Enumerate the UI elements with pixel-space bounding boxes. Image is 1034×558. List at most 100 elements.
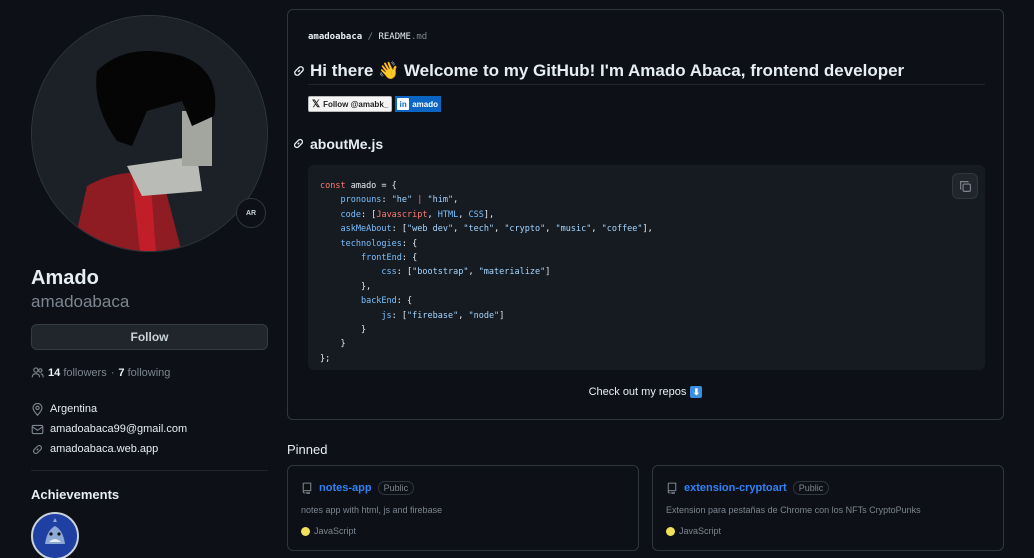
repo-description: Extension para pestañas de Chrome con lo… <box>666 505 921 515</box>
language-name: JavaScript <box>314 526 357 536</box>
repo-icon <box>666 482 678 494</box>
code-token: "music" <box>555 224 592 235</box>
readme-heading: Hi there 👋 Welcome to my GitHub! I'm Ama… <box>292 58 989 84</box>
social-badges: 𝕏 Follow @amabk_ in amado <box>308 96 442 112</box>
code-token: const <box>320 181 346 191</box>
code-token: js <box>381 310 392 321</box>
readme-file-name: README <box>378 32 411 42</box>
linkedin-logo-icon: in <box>397 98 410 110</box>
email-link[interactable]: amadoabaca99@gmail.com <box>50 423 187 435</box>
following-count: 7 <box>118 366 125 379</box>
avatar-illustration <box>32 16 267 251</box>
code-token: "firebase" <box>407 310 459 321</box>
visibility-badge: Public <box>792 481 830 495</box>
readme-heading-text: Hi there 👋 Welcome to my GitHub! I'm Ama… <box>310 61 905 80</box>
email-row: amadoabaca99@gmail.com <box>31 419 268 439</box>
code-token: "bootstrap" <box>412 267 469 278</box>
readme-card: amadoabaca / README.md Hi there 👋 Welcom… <box>287 9 1004 420</box>
copy-button[interactable] <box>952 173 978 199</box>
code-token: "tech" <box>463 224 495 235</box>
checkout-repos-text: Check out my repos ⬇ <box>288 386 1003 398</box>
avatar[interactable] <box>31 15 268 252</box>
achievement-badge[interactable] <box>31 512 79 558</box>
code-token: pronouns <box>340 195 382 206</box>
code-token: "materialize" <box>478 267 546 278</box>
code-token: | <box>412 195 428 206</box>
location-row: Argentina <box>31 399 268 419</box>
followers-count: 14 <box>48 366 61 379</box>
pinned-repo-card: notes-app Public notes app with html, js… <box>287 465 639 551</box>
about-me-heading: aboutMe.js <box>292 136 383 152</box>
twitter-badge-label: Follow @amabk_ <box>323 99 389 109</box>
follow-separator: · <box>110 366 115 379</box>
down-arrow-icon: ⬇ <box>690 386 703 398</box>
heading-divider <box>308 84 985 85</box>
anchor-link-icon[interactable] <box>292 64 306 78</box>
pinned-repo-card: extension-cryptoart Public Extension par… <box>652 465 1004 551</box>
sidebar-divider <box>31 470 268 471</box>
about-me-title: aboutMe.js <box>310 136 384 152</box>
repo-name-link[interactable]: notes-app <box>319 482 372 494</box>
code-token: Javascript <box>376 209 428 220</box>
profile-sidebar: AR Amado amadoabaca Follow 14 followers … <box>31 15 268 558</box>
checkout-label: Check out my repos <box>588 386 687 398</box>
language-name: JavaScript <box>679 526 722 536</box>
follow-stats: 14 followers · 7 following <box>31 366 268 379</box>
followers-link[interactable]: 14 followers <box>48 367 107 379</box>
repo-header: notes-app Public <box>301 481 415 495</box>
repo-name-link[interactable]: extension-cryptoart <box>684 482 787 494</box>
location-text: Argentina <box>50 403 98 415</box>
mail-icon <box>31 423 44 436</box>
profile-name: Amado <box>31 267 99 289</box>
code-block: const amado = { pronouns: "he" | "him", … <box>308 165 985 370</box>
pinned-title: Pinned <box>287 442 328 457</box>
language-color-dot <box>301 526 310 536</box>
breadcrumb-separator: / <box>367 32 374 42</box>
x-logo-icon: 𝕏 <box>312 98 321 110</box>
repo-language: JavaScript <box>666 526 721 536</box>
visibility-badge: Public <box>377 481 415 495</box>
location-icon <box>31 402 44 416</box>
readme-breadcrumb: amadoabaca / README.md <box>308 32 427 42</box>
code-token: code <box>340 209 361 220</box>
code-token: CSS <box>468 209 484 220</box>
profile-details: Argentina amadoabaca99@gmail.com amadoab… <box>31 399 268 459</box>
follow-button[interactable]: Follow <box>31 324 268 350</box>
linkedin-badge[interactable]: in amado <box>395 96 442 112</box>
website-link[interactable]: amadoabaca.web.app <box>50 443 158 455</box>
repo-icon <box>301 482 313 494</box>
repo-description: notes app with html, js and firebase <box>301 505 443 515</box>
following-label: following <box>127 366 171 379</box>
code-token: css <box>381 267 397 278</box>
status-badge[interactable]: AR <box>236 198 266 228</box>
code-token: "crypto" <box>504 224 546 235</box>
copy-icon <box>959 180 972 193</box>
code-token: HTML <box>437 209 459 220</box>
code-token: "coffee" <box>601 224 643 235</box>
code-token: askMeAbout <box>340 224 392 235</box>
people-icon <box>31 366 44 379</box>
website-row: amadoabaca.web.app <box>31 439 268 459</box>
shark-icon <box>33 514 77 558</box>
code-token: technologies <box>340 238 402 249</box>
readme-file-link[interactable]: README.md <box>378 32 427 42</box>
readme-owner-link[interactable]: amadoabaca <box>308 32 362 42</box>
twitter-follow-badge[interactable]: 𝕏 Follow @amabk_ <box>308 96 393 112</box>
repo-language: JavaScript <box>301 526 356 536</box>
anchor-link-icon[interactable] <box>292 137 306 151</box>
readme-file-ext: .md <box>410 32 428 42</box>
linkedin-badge-label: amado <box>412 99 439 109</box>
code-token: "web dev" <box>407 224 454 235</box>
achievements-title: Achievements <box>31 487 120 502</box>
code-token: amado = { <box>345 181 397 191</box>
code-token: frontEnd <box>360 253 402 264</box>
followers-label: followers <box>63 366 107 379</box>
code-token: "he" <box>391 195 413 206</box>
code-token: backEnd <box>360 296 397 307</box>
following-link[interactable]: 7 following <box>118 367 170 379</box>
repo-header: extension-cryptoart Public <box>666 481 830 495</box>
code-content: const amado = { pronouns: "he" | "him", … <box>320 181 653 364</box>
code-token: "node" <box>468 310 500 321</box>
profile-username: amadoabaca <box>31 292 130 311</box>
language-color-dot <box>666 526 675 536</box>
